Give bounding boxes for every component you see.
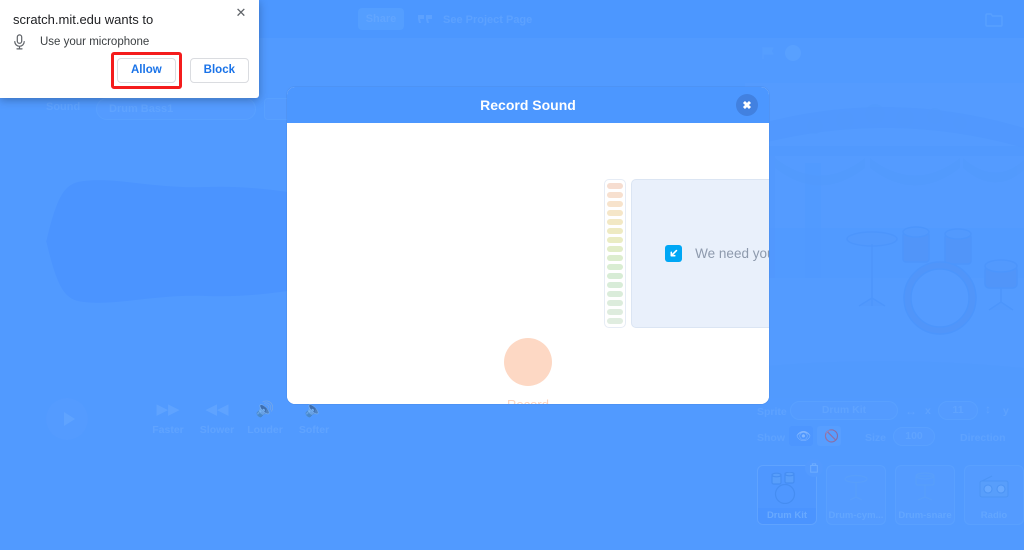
sound-name-value: Drum Bass1	[109, 103, 174, 115]
meter-segment	[607, 246, 623, 252]
sprite-tile-name: Radio	[980, 510, 1008, 521]
meter-segment	[607, 255, 623, 261]
sprite-list: Drum Kit Drum-cym... Drum-snare Radio	[745, 453, 1024, 550]
y-label: y	[1003, 405, 1009, 417]
permission-message-box: We need your permission to use your micr…	[631, 179, 769, 328]
meter-segment	[607, 228, 623, 234]
folder-icon[interactable]	[985, 12, 1003, 27]
stage-column: Sprite Drum Kit ↔ x 11 ↕ y Show 👁 🚫 Size…	[745, 38, 1024, 550]
permission-label: Use your microphone	[40, 36, 150, 48]
share-button[interactable]: Share	[358, 8, 404, 30]
allow-button[interactable]: Allow	[117, 57, 176, 83]
sprite-tile-name: Drum-cym...	[828, 510, 884, 521]
direction-label: Direction	[960, 432, 1006, 444]
sprite-tile-radio[interactable]: Radio	[964, 465, 1024, 525]
cursor-arrow-icon	[665, 245, 683, 262]
sprite-name-input[interactable]: Drum Kit	[790, 401, 898, 420]
delete-sprite-button[interactable]	[805, 459, 823, 477]
meter-segment	[607, 300, 623, 306]
softer-label: Softer	[298, 424, 330, 436]
x-value: 11	[952, 404, 964, 416]
cymbal-icon	[836, 472, 876, 504]
app-root: t Share See Project Page Sound Drum Bass…	[0, 0, 1024, 550]
green-flag-icon[interactable]	[760, 45, 776, 61]
audio-level-meter	[604, 179, 626, 328]
sprite-tile-drum-snare[interactable]: Drum-snare	[895, 465, 955, 525]
meter-segment	[607, 219, 623, 225]
stop-icon[interactable]	[785, 45, 801, 61]
play-button[interactable]	[46, 398, 88, 440]
sound-field-label: Sound	[46, 101, 81, 113]
permission-message-text: We need your permission to use your micr…	[695, 246, 769, 261]
record-modal-body: We need your permission to use your micr…	[287, 123, 769, 404]
record-sound-modal: Record Sound ✖ We need your permission t…	[287, 87, 769, 404]
x-input[interactable]: 11	[938, 401, 978, 420]
size-value: 100	[905, 430, 923, 442]
snare-icon	[905, 472, 945, 504]
sprite-label: Sprite	[757, 406, 787, 418]
close-icon[interactable]: ✕	[233, 4, 249, 20]
meter-segment	[607, 309, 623, 315]
allow-button-highlight: Allow	[111, 51, 182, 89]
meter-segment	[607, 192, 623, 198]
quote-icon	[418, 12, 434, 26]
stage-controls	[745, 38, 1024, 68]
record-modal-title: Record Sound	[480, 97, 576, 113]
play-icon	[63, 412, 75, 426]
record-button[interactable]	[504, 338, 552, 386]
x-label: x	[925, 405, 931, 417]
meter-segment	[607, 264, 623, 270]
sprite-tile-drum-kit[interactable]: Drum Kit	[757, 459, 823, 525]
meter-segment	[607, 201, 623, 207]
microphone-icon	[13, 34, 26, 50]
hide-sprite-button[interactable]: 🚫	[817, 426, 841, 446]
sound-name-input[interactable]: Drum Bass1	[96, 98, 256, 120]
block-button[interactable]: Block	[189, 57, 249, 83]
eye-icon: 👁	[796, 429, 812, 443]
sprite-name-value: Drum Kit	[821, 404, 867, 416]
sprite-tile-name: Drum-snare	[898, 510, 952, 521]
sprite-info-panel: Sprite Drum Kit ↔ x 11 ↕ y Show 👁 🚫 Size…	[745, 398, 1024, 453]
meter-segment	[607, 210, 623, 216]
see-project-page-link[interactable]: See Project Page	[443, 13, 532, 27]
eye-slash-icon: 🚫	[824, 429, 839, 443]
sound-editor-toolbar: ▶▶ Faster ◀◀ Slower 🔊 Louder 🔈 Softer	[46, 398, 746, 448]
horizontal-arrows-icon: ↔	[905, 404, 917, 418]
vertical-arrows-icon: ↕	[985, 402, 991, 416]
meter-segment	[607, 237, 623, 243]
permission-buttons: Allow Block	[111, 51, 249, 89]
size-input[interactable]: 100	[893, 427, 935, 446]
permission-origin-text: scratch.mit.edu wants to	[13, 12, 154, 27]
softer-button[interactable]: 🔈 Softer	[284, 400, 344, 436]
meter-segment	[607, 282, 623, 288]
show-sprite-button[interactable]: 👁	[789, 426, 813, 446]
record-button-wrapper: Record	[287, 338, 769, 404]
meter-segment	[607, 291, 623, 297]
show-label: Show	[757, 432, 785, 444]
radio-icon	[974, 472, 1014, 504]
record-button-label: Record	[287, 397, 769, 404]
record-modal-header: Record Sound ✖	[287, 87, 769, 123]
meter-segment	[607, 318, 623, 324]
browser-permission-dialog: ✕ scratch.mit.edu wants to Use your micr…	[0, 0, 259, 98]
drum-kit-icon	[767, 471, 807, 505]
sprite-tile-name: Drum Kit	[758, 508, 816, 524]
meter-segment	[607, 183, 623, 189]
close-icon[interactable]: ✖	[736, 94, 758, 116]
sprite-tile-drum-cymbal[interactable]: Drum-cym...	[826, 465, 886, 525]
stage-canvas[interactable]	[745, 68, 1024, 398]
meter-segment	[607, 273, 623, 279]
permission-request-row: Use your microphone	[13, 34, 149, 50]
size-label: Size	[865, 432, 887, 444]
